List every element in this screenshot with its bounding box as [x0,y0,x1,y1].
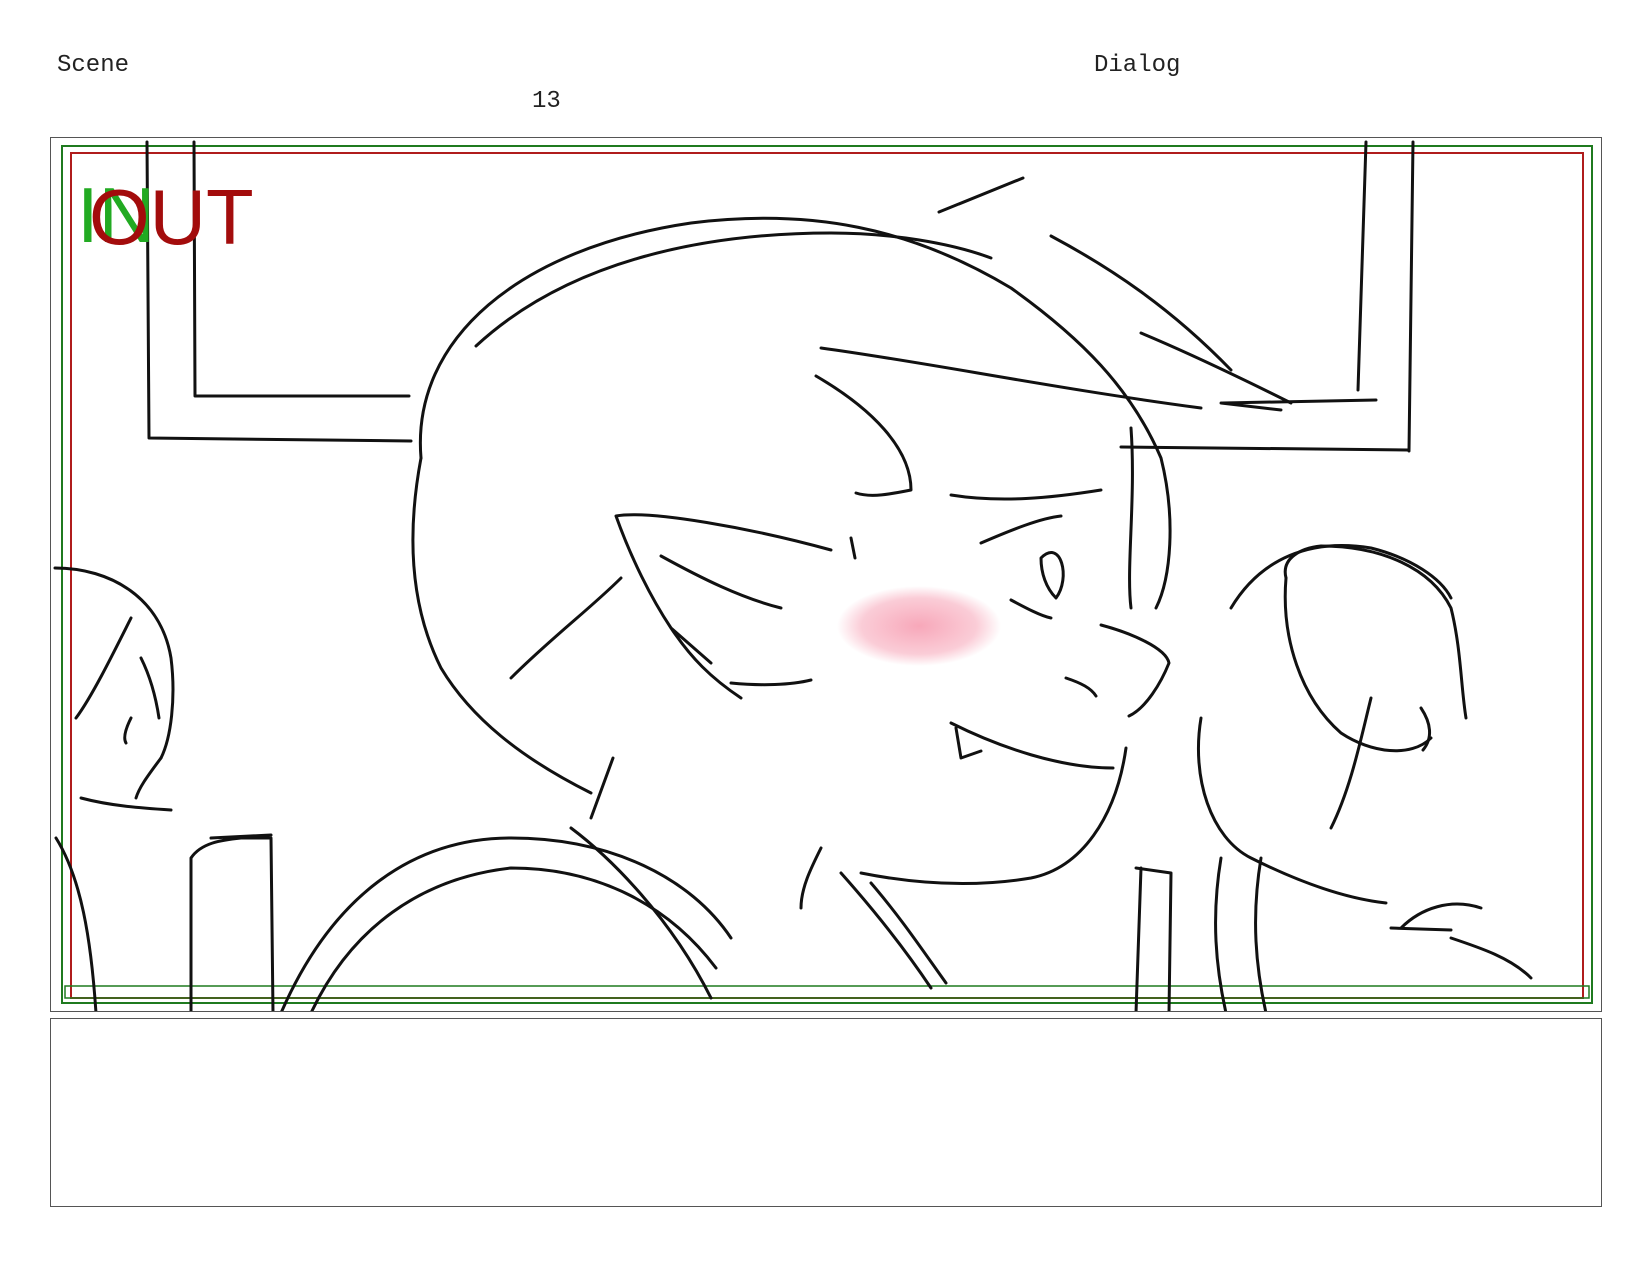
boy-eye-lash [1009,598,1053,620]
boy-back-head [411,456,593,795]
boy-hair-strand-2 [1139,331,1293,405]
boy-eyebrow [949,488,1103,501]
dialog-box[interactable] [50,1018,1602,1207]
boy-ear [614,513,833,700]
left-kid-head [53,566,175,760]
boy-face-line [1128,426,1134,610]
boy-eye-top [979,514,1063,545]
boy-cowlick [937,176,1025,214]
right-kid-arm [1329,696,1373,830]
boy-blush [837,586,1001,666]
boy-strap [569,826,713,1000]
boy-bangs-2 [814,374,913,497]
left-kid-ear [123,716,133,745]
storyboard-panel: IN OUT [50,137,1602,1012]
left-kid-hair [74,616,133,720]
right-kid-chair [1134,866,1173,1011]
right-kid-head [1283,576,1433,753]
left-kid-face [134,656,163,800]
boy-ear-inner [729,678,813,687]
boy-mouth [949,721,1115,770]
boy-nose [1099,623,1171,718]
left-kid-chin [79,796,173,812]
dialog-label: Dialog [1094,52,1181,79]
right-kid-hair [1229,544,1453,610]
window-frame-right [1119,140,1415,453]
panel-sketch [53,140,1593,1011]
scene-number: 13 [532,88,561,115]
right-kid-back [1283,544,1468,720]
boy-head-inner [474,231,993,348]
boy-head-outline [418,216,1172,610]
boy-shoulder-2 [310,866,718,1011]
boy-nostril [1064,676,1098,698]
boy-neck [589,756,615,820]
boy-chin [859,746,1128,885]
scene-label: Scene [57,52,130,79]
boy-collar-2 [839,871,948,990]
boy-hair-strand [1049,234,1233,372]
right-kid-lap [1449,936,1533,980]
boy-jaw [509,576,623,680]
out-mark: OUT [89,173,254,261]
right-kid-hand [1389,902,1483,932]
boy-bangs [819,346,1283,412]
right-kid-shoulder [1214,856,1268,1011]
action-frame-red [70,152,1584,999]
boy-eye [1039,551,1065,600]
boy-collar [799,846,823,910]
boy-cheek [849,536,857,560]
